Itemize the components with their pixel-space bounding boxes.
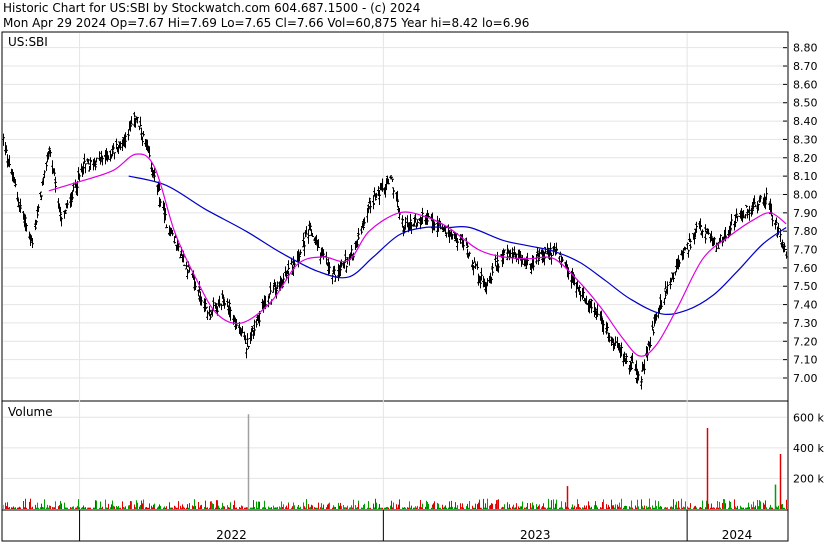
price-tick-label: 8.80 [793,42,818,55]
date-axis: 2022 2023 2024 [79,510,753,542]
price-tick-label: 8.00 [793,188,818,201]
year-label: 2024 [722,528,753,542]
price-tick-label: 7.60 [793,262,818,275]
price-tick-label: 8.70 [793,60,818,73]
price-tick-label: 7.40 [793,299,818,312]
price-gridlines [3,33,787,509]
year-label: 2022 [216,528,247,542]
volume-tick-label: 600 k [793,411,824,424]
date-axis-frame [1,509,789,542]
price-tick-label: 8.10 [793,170,818,183]
volume-bars [3,414,787,509]
year-label: 2023 [520,528,551,542]
price-tick-label: 7.20 [793,335,818,348]
volume-axis-ticks: 600 k 400 k 200 k [793,411,824,485]
price-tick-label: 8.50 [793,97,818,110]
price-tick-label: 7.00 [793,372,818,385]
price-tick-label: 8.30 [793,133,818,146]
volume-panel-title: Volume [8,405,53,419]
price-bars [2,111,788,390]
volume-tick-label: 200 k [793,472,824,485]
price-tick-label: 7.70 [793,244,818,257]
price-panel-frame [1,31,789,402]
price-tick-label: 8.40 [793,115,818,128]
price-tick-label: 7.50 [793,280,818,293]
price-tick-label: 7.80 [793,225,818,238]
price-tick-label: 7.90 [793,207,818,220]
price-tick-label: 7.30 [793,317,818,330]
price-panel-title: US:SBI [8,35,48,49]
price-tick-label: 7.10 [793,354,818,367]
volume-tick-label: 400 k [793,442,824,455]
price-tick-label: 8.20 [793,152,818,165]
volume-gridlines [3,416,787,479]
price-tick-label: 8.60 [793,78,818,91]
historic-chart: Historic Chart for US:SBI by Stockwatch.… [0,0,830,543]
chart-canvas: 8.80 8.70 8.60 8.50 8.40 8.30 8.20 8.10 8.00 7.90… [1,31,824,542]
